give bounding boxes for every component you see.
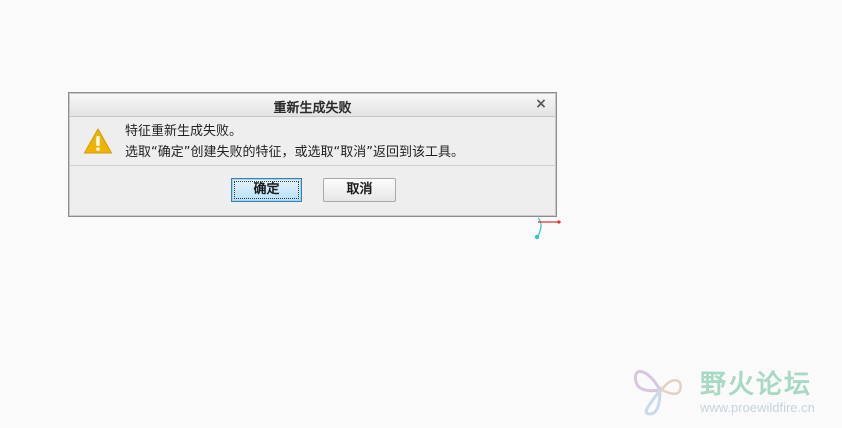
butterfly-logo-icon bbox=[633, 370, 682, 416]
graphics-canvas[interactable]: 重新生成失败 × 特征重新生成失败。 选取“确定”创建失败的特征，或选取“取消”… bbox=[0, 0, 842, 428]
coordinate-system-icon bbox=[534, 217, 561, 240]
regeneration-failed-dialog: 重新生成失败 × 特征重新生成失败。 选取“确定”创建失败的特征，或选取“取消”… bbox=[68, 92, 557, 217]
message-line-2: 选取“确定”创建失败的特征，或选取“取消”返回到该工具。 bbox=[125, 145, 464, 160]
ok-button[interactable]: 确定 bbox=[231, 178, 302, 202]
cancel-button[interactable]: 取消 bbox=[323, 178, 396, 202]
warning-icon bbox=[84, 128, 112, 154]
watermark-url: www.proewildfire.cn bbox=[700, 400, 815, 415]
dialog-title: 重新生成失败 bbox=[273, 101, 352, 116]
dialog-titlebar[interactable]: 重新生成失败 × bbox=[70, 94, 555, 117]
message-line-1: 特征重新生成失败。 bbox=[125, 124, 243, 139]
forum-watermark: 野火论坛 www.proewildfire.cn bbox=[630, 362, 830, 422]
button-divider bbox=[70, 165, 555, 166]
dialog-message: 特征重新生成失败。 选取“确定”创建失败的特征，或选取“取消”返回到该工具。 bbox=[125, 121, 464, 163]
watermark-logo-text: 野火论坛 bbox=[700, 370, 813, 400]
close-icon[interactable]: × bbox=[534, 96, 548, 112]
